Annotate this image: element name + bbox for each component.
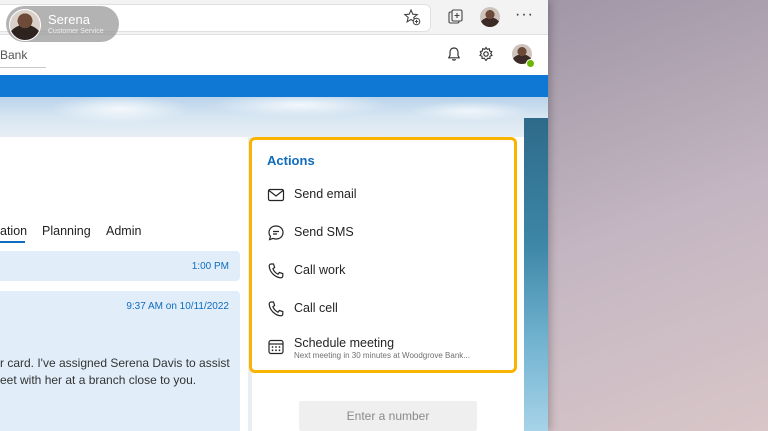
message-timestamp: 9:37 AM on 10/11/2022: [126, 301, 229, 312]
action-label: Send SMS: [294, 225, 354, 239]
message-line: eet with her at a branch close to you.: [0, 373, 197, 387]
gear-icon[interactable]: [478, 46, 494, 62]
presence-status-dot: [526, 59, 535, 68]
phone-icon: [268, 263, 284, 279]
collections-icon[interactable]: [447, 8, 465, 26]
hero-background-edge: [524, 118, 548, 431]
title-underline: [0, 67, 46, 68]
action-label: Send email: [294, 187, 357, 201]
tab-planning[interactable]: Planning: [42, 224, 91, 238]
action-label: Call cell: [294, 301, 338, 315]
actions-title: Actions: [267, 153, 315, 168]
send-email-action[interactable]: Send email: [267, 183, 507, 207]
phone-icon: [268, 301, 284, 317]
app-title: Bank: [0, 48, 28, 62]
message-timestamp: 1:00 PM: [191, 261, 229, 272]
mail-icon: [267, 188, 285, 202]
tab-information[interactable]: ation: [0, 224, 27, 238]
calendar-icon: [268, 339, 284, 355]
presenter-role: Customer Service: [48, 28, 104, 35]
action-label: Schedule meeting: [294, 336, 395, 350]
presenter-avatar: [9, 9, 41, 41]
brand-banner: [0, 75, 548, 97]
presenter-name: Serena: [48, 12, 90, 27]
profile-avatar[interactable]: [480, 7, 500, 27]
call-work-action[interactable]: Call work: [267, 259, 507, 283]
browser-window: ··· Bank ation Planning Admin 1:00 PM 9:…: [0, 0, 548, 431]
action-label: Call work: [294, 263, 346, 277]
action-sublabel: Next meeting in 30 minutes at Woodgrove …: [294, 351, 470, 360]
message-bubble: 9:37 AM on 10/11/2022 r card. I've assig…: [0, 291, 240, 431]
bell-icon[interactable]: [446, 46, 462, 62]
chat-icon: [268, 225, 284, 241]
presenter-badge: Serena Customer Service: [6, 6, 119, 42]
message-text: r card. I've assigned Serena Davis to as…: [0, 355, 230, 389]
message-bubble: 1:00 PM: [0, 251, 240, 281]
active-tab-indicator: [0, 241, 25, 243]
message-line: r card. I've assigned Serena Davis to as…: [0, 356, 230, 370]
number-input[interactable]: [299, 401, 477, 431]
actions-popup: Actions Send email Send SMS Call work Ca…: [249, 137, 517, 373]
call-cell-action[interactable]: Call cell: [267, 297, 507, 321]
send-sms-action[interactable]: Send SMS: [267, 221, 507, 245]
add-favorite-icon[interactable]: [403, 8, 421, 26]
tab-admin[interactable]: Admin: [106, 224, 141, 238]
schedule-meeting-action[interactable]: Schedule meeting Next meeting in 30 minu…: [267, 335, 507, 365]
more-options-icon[interactable]: ···: [515, 6, 534, 24]
